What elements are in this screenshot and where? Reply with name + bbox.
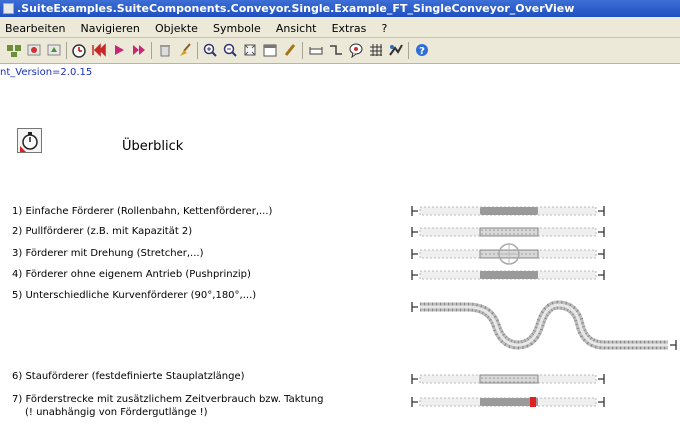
- conveyor-pull[interactable]: [411, 227, 605, 237]
- conveyor-simple[interactable]: [411, 206, 605, 216]
- timing-marker: [530, 397, 536, 407]
- conveyor-rotation[interactable]: [411, 243, 605, 265]
- conveyor-accumulation[interactable]: [411, 374, 605, 384]
- conveyor-timed[interactable]: [411, 397, 605, 407]
- conveyor-curves[interactable]: [411, 300, 677, 350]
- conveyor-no-drive[interactable]: [411, 270, 605, 280]
- conveyor-canvas: [411, 206, 677, 407]
